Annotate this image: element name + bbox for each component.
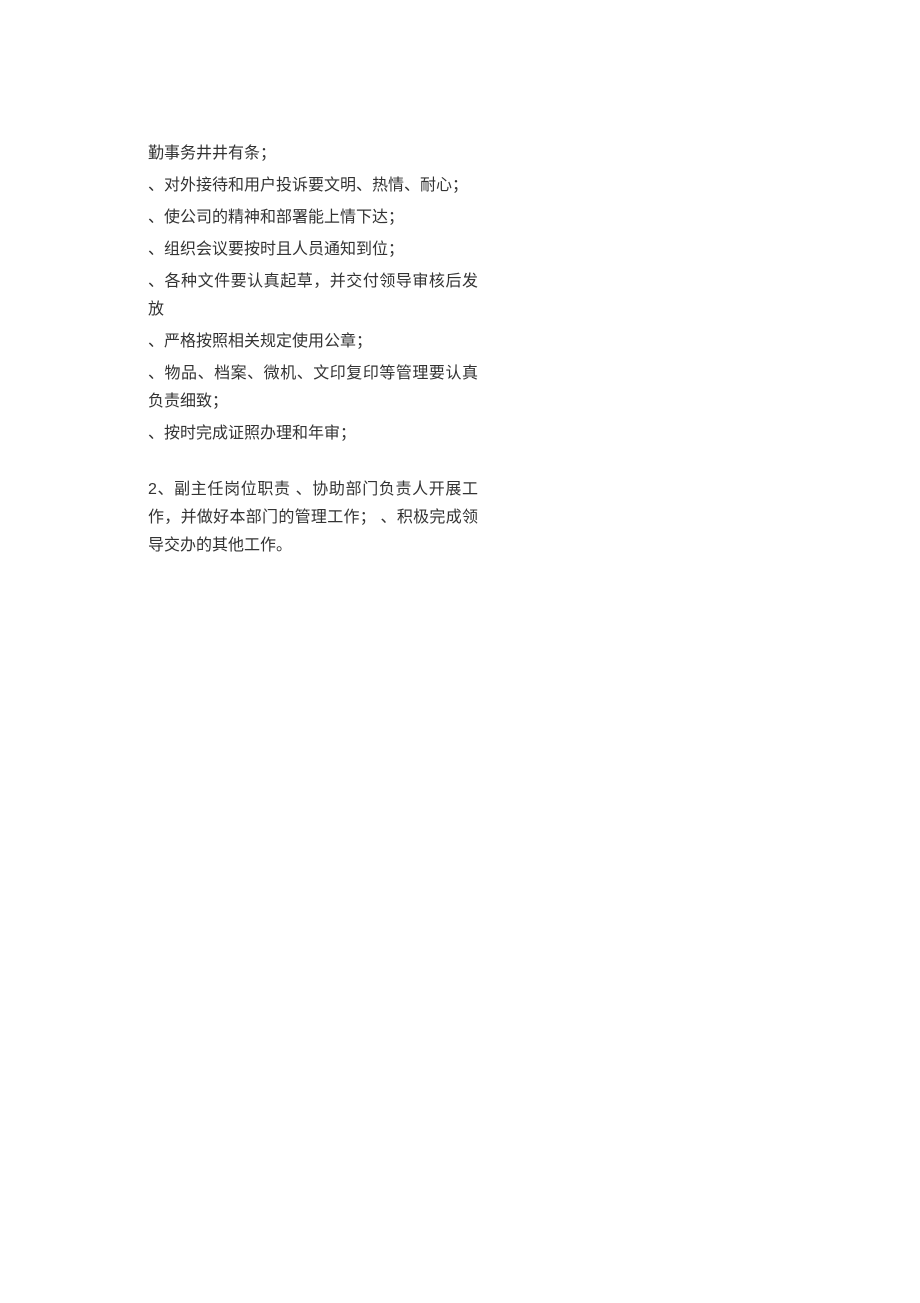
section-text: 、副主任岗位职责 、协助部门负责人开展工作，并做好本部门的管理工作； 、积极完成… (148, 481, 478, 554)
text-line: 、对外接待和用户投诉要文明、热情、耐心； (148, 172, 478, 200)
text-line: 、按时完成证照办理和年审； (148, 420, 478, 448)
text-line: 、组织会议要按时且人员通知到位； (148, 236, 478, 264)
text-line: 、各种文件要认真起草，并交付领导审核后发放 (148, 268, 478, 324)
section-2: 2、副主任岗位职责 、协助部门负责人开展工作，并做好本部门的管理工作； 、积极完… (148, 476, 478, 560)
document-content: 勤事务井井有条； 、对外接待和用户投诉要文明、热情、耐心； 、使公司的精神和部署… (148, 140, 478, 560)
text-line: 、严格按照相关规定使用公章； (148, 328, 478, 356)
text-line: 、物品、档案、微机、文印复印等管理要认真负责细致； (148, 360, 478, 416)
text-line: 勤事务井井有条； (148, 140, 478, 168)
section-number: 2 (148, 481, 157, 498)
text-line: 、使公司的精神和部署能上情下达； (148, 204, 478, 232)
